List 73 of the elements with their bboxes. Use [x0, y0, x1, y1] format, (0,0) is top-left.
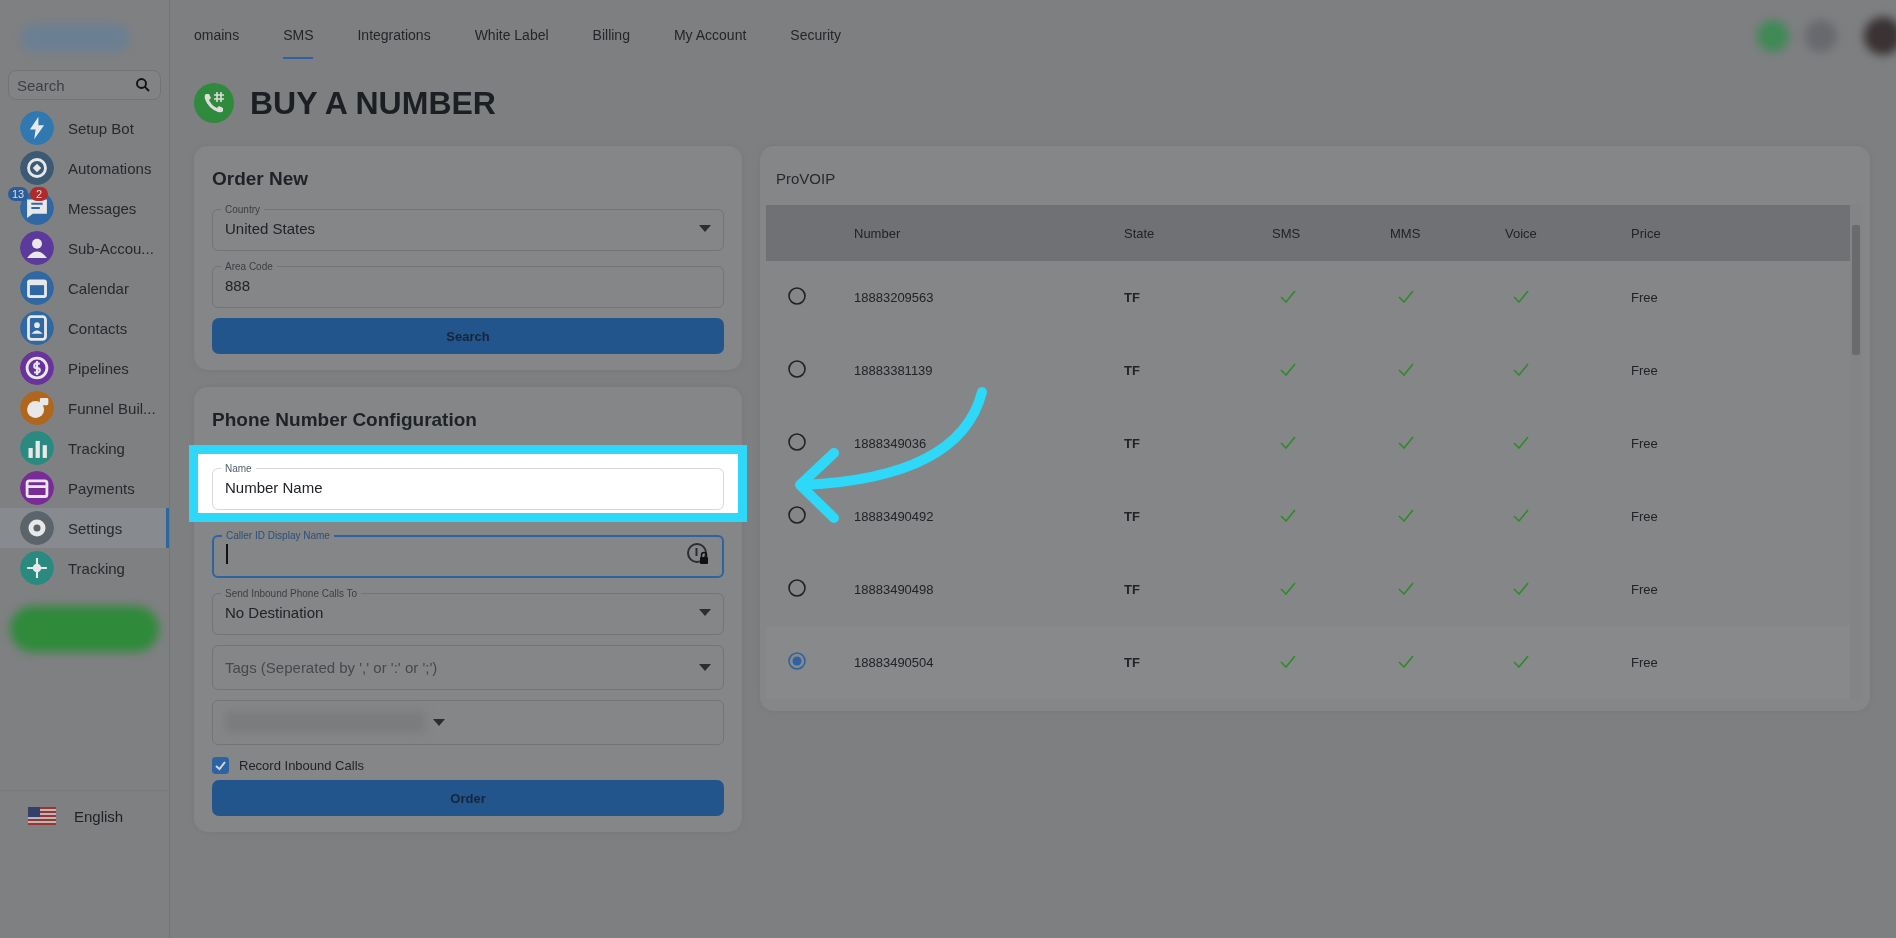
table-cell-text: TF [1124, 362, 1141, 380]
input-field[interactable]: Name Number Name [212, 463, 724, 510]
sidebar-item[interactable]: Contacts [0, 308, 169, 348]
sidebar-item[interactable]: Setup Bot [0, 108, 169, 148]
column-header: SMS [1272, 205, 1390, 261]
card-title: Phone Number Configuration [212, 409, 478, 431]
page-title: BUY A NUMBER [250, 84, 496, 122]
table-cell-text: Free [1631, 581, 1659, 599]
table-cell-text: TF [1124, 435, 1141, 453]
flag-icon [28, 807, 56, 825]
nav-tab[interactable]: Billing [592, 27, 630, 59]
nav-tab[interactable]: Security [790, 27, 841, 59]
search-field[interactable]: Search [8, 70, 161, 100]
card-title: ProVOIP [776, 170, 837, 187]
column-header: MMS [1390, 205, 1505, 261]
dropdown-caret-icon [433, 718, 445, 726]
dropdown-field[interactable]: Tags (Seperated by ',' or ':' or ';') [212, 645, 724, 690]
sidebar-item[interactable]: Calendar [0, 268, 169, 308]
count-badge: 2 [30, 187, 48, 201]
table-cell: 18883490492 [854, 480, 1124, 553]
dropdown-caret-icon [699, 224, 711, 232]
radio-button[interactable] [788, 360, 806, 378]
radio-button[interactable] [788, 652, 806, 670]
language-selector[interactable]: English [0, 790, 169, 841]
radio-button[interactable] [788, 506, 806, 524]
nav-tab[interactable]: White Label [474, 27, 549, 59]
column-header: State [1124, 205, 1272, 261]
sidebar-item[interactable]: Tracking [0, 428, 169, 468]
radio-button[interactable] [788, 579, 806, 597]
count-badge: 13 [8, 187, 29, 201]
phone-hash-icon [194, 83, 234, 123]
nav-tab[interactable]: My Account [673, 27, 747, 59]
table-cell-text: Free [1631, 362, 1659, 380]
checkbox[interactable] [212, 757, 229, 774]
table-cell-text: Free [1631, 435, 1659, 453]
dropdown-caret-icon [699, 663, 711, 671]
action-button[interactable]: Order [212, 780, 724, 816]
sidebar-item[interactable]: Pipelines [0, 348, 169, 388]
input-field[interactable]: Area Code 888 [212, 261, 724, 308]
column-header: Number [854, 205, 1124, 261]
card-title: Order New [212, 168, 310, 190]
table-cell-text: Free [1631, 508, 1659, 526]
table-cell: 18883209563 [854, 261, 1124, 334]
dropdown-field[interactable]: Send Inbound Phone Calls To No Destination [212, 588, 724, 635]
nav-tab[interactable]: omains [194, 27, 240, 59]
table-cell: 1888349036 [854, 407, 1124, 480]
table-cell-text: TF [1124, 581, 1141, 599]
sidebar-item[interactable]: Messages 13 2 [0, 188, 169, 228]
input-field[interactable]: Caller ID Display Name [212, 530, 724, 578]
table-cell: Free [1631, 261, 1850, 334]
table-cell: TF [1124, 261, 1272, 334]
checkbox-row[interactable]: Record Inbound Calls [212, 757, 724, 774]
lock-badge-icon [686, 542, 710, 566]
radio-button[interactable] [788, 287, 806, 305]
sidebar-item[interactable]: Sub-Accou... [0, 228, 169, 268]
nav-tab[interactable]: SMS [283, 27, 314, 59]
dropdown-caret-icon [699, 608, 711, 616]
nav-tab[interactable]: Integrations [357, 27, 431, 59]
dropdown-field[interactable]: Country United States [212, 204, 724, 251]
column-header: Price [1631, 205, 1850, 261]
sidebar-item[interactable]: Settings [0, 508, 169, 548]
sidebar-item[interactable]: Automations [0, 148, 169, 188]
table-cell: 18883490498 [854, 553, 1124, 626]
sidebar-item[interactable]: Tracking [0, 548, 169, 588]
search-icon [134, 76, 152, 94]
sidebar-item[interactable]: Payments [0, 468, 169, 508]
table-cell: 18883381139 [854, 334, 1124, 407]
table-cell-text: TF [1124, 508, 1141, 526]
avatar[interactable] [1864, 17, 1896, 55]
radio-button[interactable] [788, 433, 806, 451]
action-button[interactable]: Search [212, 318, 724, 354]
column-header: Voice [1505, 205, 1631, 261]
sidebar-item[interactable]: Funnel Buil... [0, 388, 169, 428]
